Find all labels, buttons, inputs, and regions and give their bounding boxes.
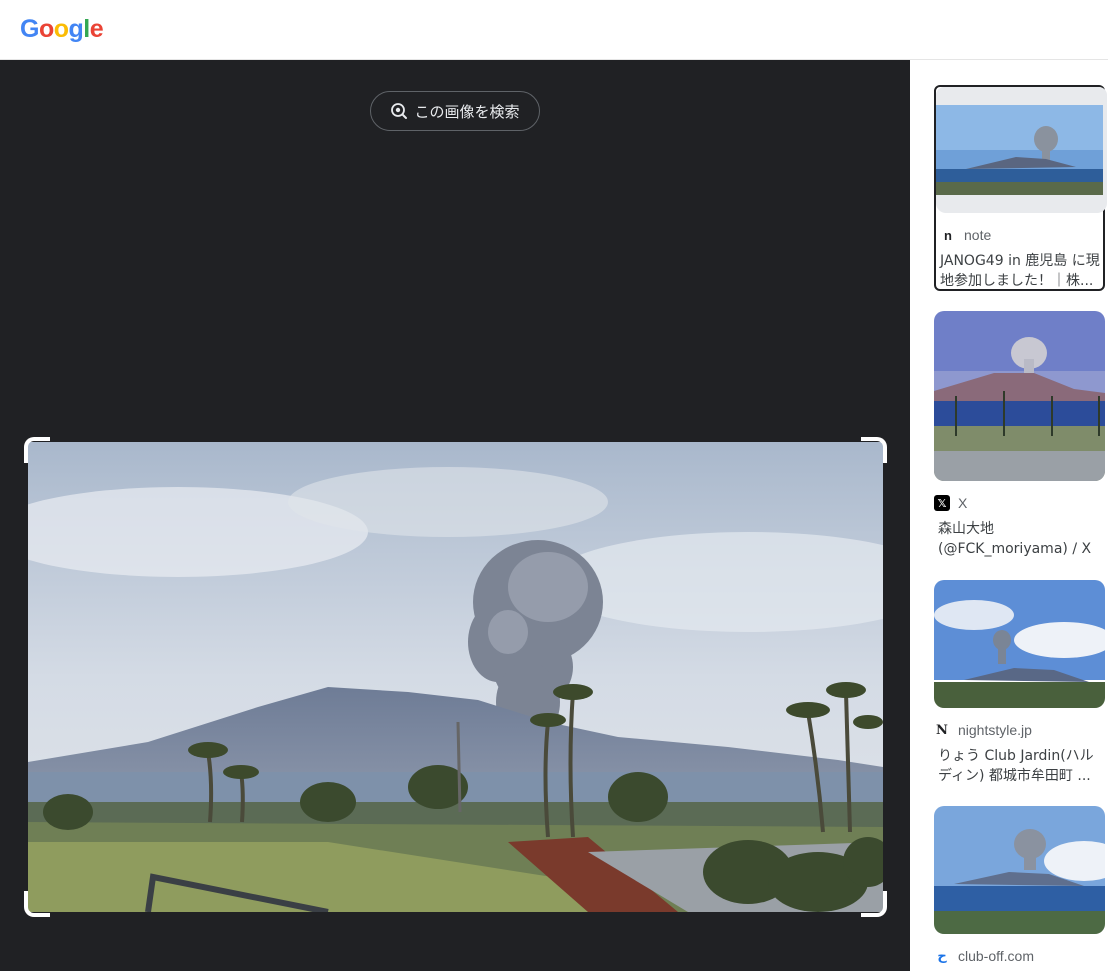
result-card[interactable]: n note JANOG49 in 鹿児島 に現地参加しました！｜株... xyxy=(934,85,1107,291)
logo-letter: e xyxy=(89,15,104,43)
result-source: ح club-off.com xyxy=(934,946,1105,966)
logo-letter: o xyxy=(53,15,69,43)
result-card[interactable]: ح club-off.com xyxy=(934,806,1105,966)
result-title[interactable]: JANOG49 in 鹿児島 に現地参加しました！｜株... xyxy=(936,251,1103,291)
result-title[interactable]: 森山大地 (@FCK_moriyama) / X xyxy=(934,519,1105,559)
google-logo[interactable]: Google xyxy=(20,14,104,44)
volcano-photo xyxy=(28,442,883,912)
club-off-favicon-icon: ح xyxy=(937,948,947,963)
crop-handle-bottom-left[interactable] xyxy=(24,891,50,917)
image-viewer: この画像を検索 xyxy=(0,60,910,971)
visual-matches-list: n note JANOG49 in 鹿児島 に現地参加しました！｜株... 𝕏 … xyxy=(910,60,1108,971)
crop-handle-top-left[interactable] xyxy=(24,437,50,463)
result-thumbnail xyxy=(934,311,1105,481)
result-thumbnail xyxy=(934,806,1105,934)
logo-letter: G xyxy=(20,15,39,43)
result-source: N nightstyle.jp xyxy=(934,720,1105,740)
result-source: 𝕏 X xyxy=(934,493,1105,513)
search-this-image-label: この画像を検索 xyxy=(414,102,520,121)
result-source-name: club-off.com xyxy=(958,948,1034,964)
logo-letter: o xyxy=(38,15,54,43)
result-thumbnail xyxy=(936,87,1107,213)
nightstyle-favicon-icon: N xyxy=(936,722,948,738)
crop-handle-bottom-right[interactable] xyxy=(861,891,887,917)
result-source-name: nightstyle.jp xyxy=(958,722,1032,738)
result-thumbnail xyxy=(934,580,1105,708)
result-source-name: note xyxy=(964,227,992,243)
logo-letter: g xyxy=(68,15,84,43)
result-title[interactable]: りょう Club Jardin(ハルディン) 都城市牟田町 ... xyxy=(934,746,1105,786)
x-favicon-icon: 𝕏 xyxy=(934,495,950,511)
top-bar: Google xyxy=(0,0,1108,60)
note-favicon-icon: n xyxy=(944,227,952,243)
selection-frame[interactable] xyxy=(24,437,887,917)
lens-search-icon xyxy=(390,102,408,120)
search-this-image-button[interactable]: この画像を検索 xyxy=(370,91,540,131)
result-source-name: X xyxy=(958,495,968,511)
crop-handle-top-right[interactable] xyxy=(861,437,887,463)
result-card[interactable]: 𝕏 X 森山大地 (@FCK_moriyama) / X xyxy=(934,311,1105,559)
result-source: n note xyxy=(936,225,1103,245)
result-card[interactable]: N nightstyle.jp りょう Club Jardin(ハルディン) 都… xyxy=(934,580,1105,786)
